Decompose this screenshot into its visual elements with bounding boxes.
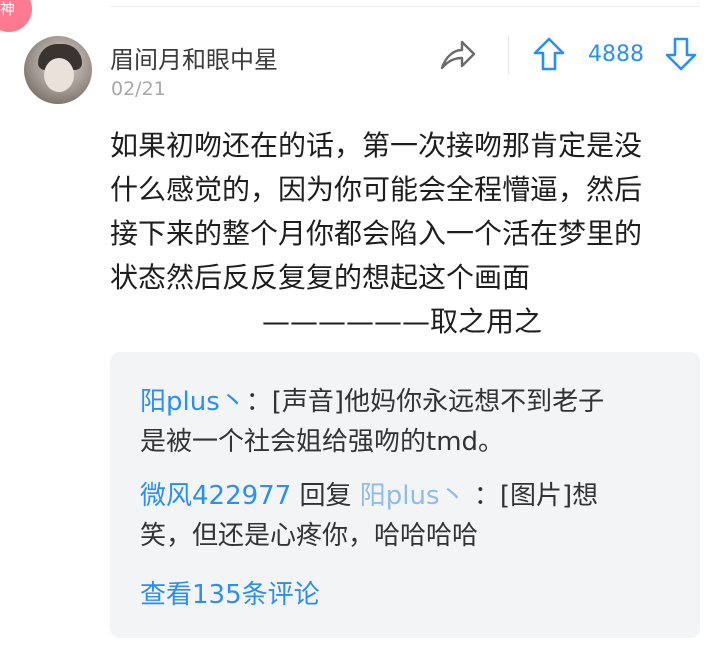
reply-author-link[interactable]: 微风422977 xyxy=(140,481,291,511)
reply-author-link[interactable]: 阳plus丶 xyxy=(140,387,246,417)
share-icon xyxy=(440,40,476,70)
reply-text: [图片]想 xyxy=(499,481,599,511)
god-comment-badge: 神 xyxy=(0,0,32,32)
reply-separator: ： xyxy=(245,387,272,417)
reply-target-link[interactable]: 阳plus丶 xyxy=(360,481,466,511)
reply-text: 是被一个社会姐给强吻的tmd。 xyxy=(140,427,505,457)
avatar-face xyxy=(44,58,74,92)
arrow-up-icon xyxy=(533,37,565,71)
vertical-divider xyxy=(508,36,509,74)
downvote-button[interactable] xyxy=(664,36,698,72)
share-button[interactable] xyxy=(438,38,478,72)
content-line: 什么感觉的，因为你可能会全程懵逼，然后 xyxy=(110,173,643,206)
reply-preview-box[interactable]: 阳plus丶：[声音]他妈你永远想不到老子 是被一个社会姐给强吻的tmd。 微风… xyxy=(110,352,700,638)
upvote-button[interactable] xyxy=(532,36,566,72)
content-line: 接下来的整个月你都会陷入一个活在梦里的 xyxy=(110,217,643,250)
arrow-down-icon xyxy=(665,37,697,71)
avatar[interactable] xyxy=(24,36,92,104)
badge-label: 神 xyxy=(0,0,16,18)
content-signature: ——————取之用之 xyxy=(261,305,542,338)
reply-item[interactable]: 阳plus丶：[声音]他妈你永远想不到老子 是被一个社会姐给强吻的tmd。 xyxy=(140,382,680,462)
reply-text: 笑，但还是心疼你，哈哈哈哈 xyxy=(140,521,479,551)
reply-item[interactable]: 微风422977 回复 阳plus丶 ：[图片]想 笑，但还是心疼你，哈哈哈哈 xyxy=(140,476,680,556)
reply-text: [声音]他妈你永远想不到老子 xyxy=(271,387,605,417)
reply-separator: ： xyxy=(465,481,500,511)
view-all-replies-link[interactable]: 查看135条评论 xyxy=(140,574,320,611)
post-date: 02/21 xyxy=(111,78,166,100)
top-divider xyxy=(110,6,700,7)
vote-count: 4888 xyxy=(588,42,644,67)
content-line: 如果初吻还在的话，第一次接吻那肯定是没 xyxy=(110,129,643,162)
comment-content: 如果初吻还在的话，第一次接吻那肯定是没 什么感觉的，因为你可能会全程懵逼，然后 … xyxy=(110,124,710,344)
username[interactable]: 眉间月和眼中星 xyxy=(110,40,278,75)
reply-word: 回复 xyxy=(291,481,360,511)
content-line: 状态然后反反复复的想起这个画面 xyxy=(110,261,531,294)
